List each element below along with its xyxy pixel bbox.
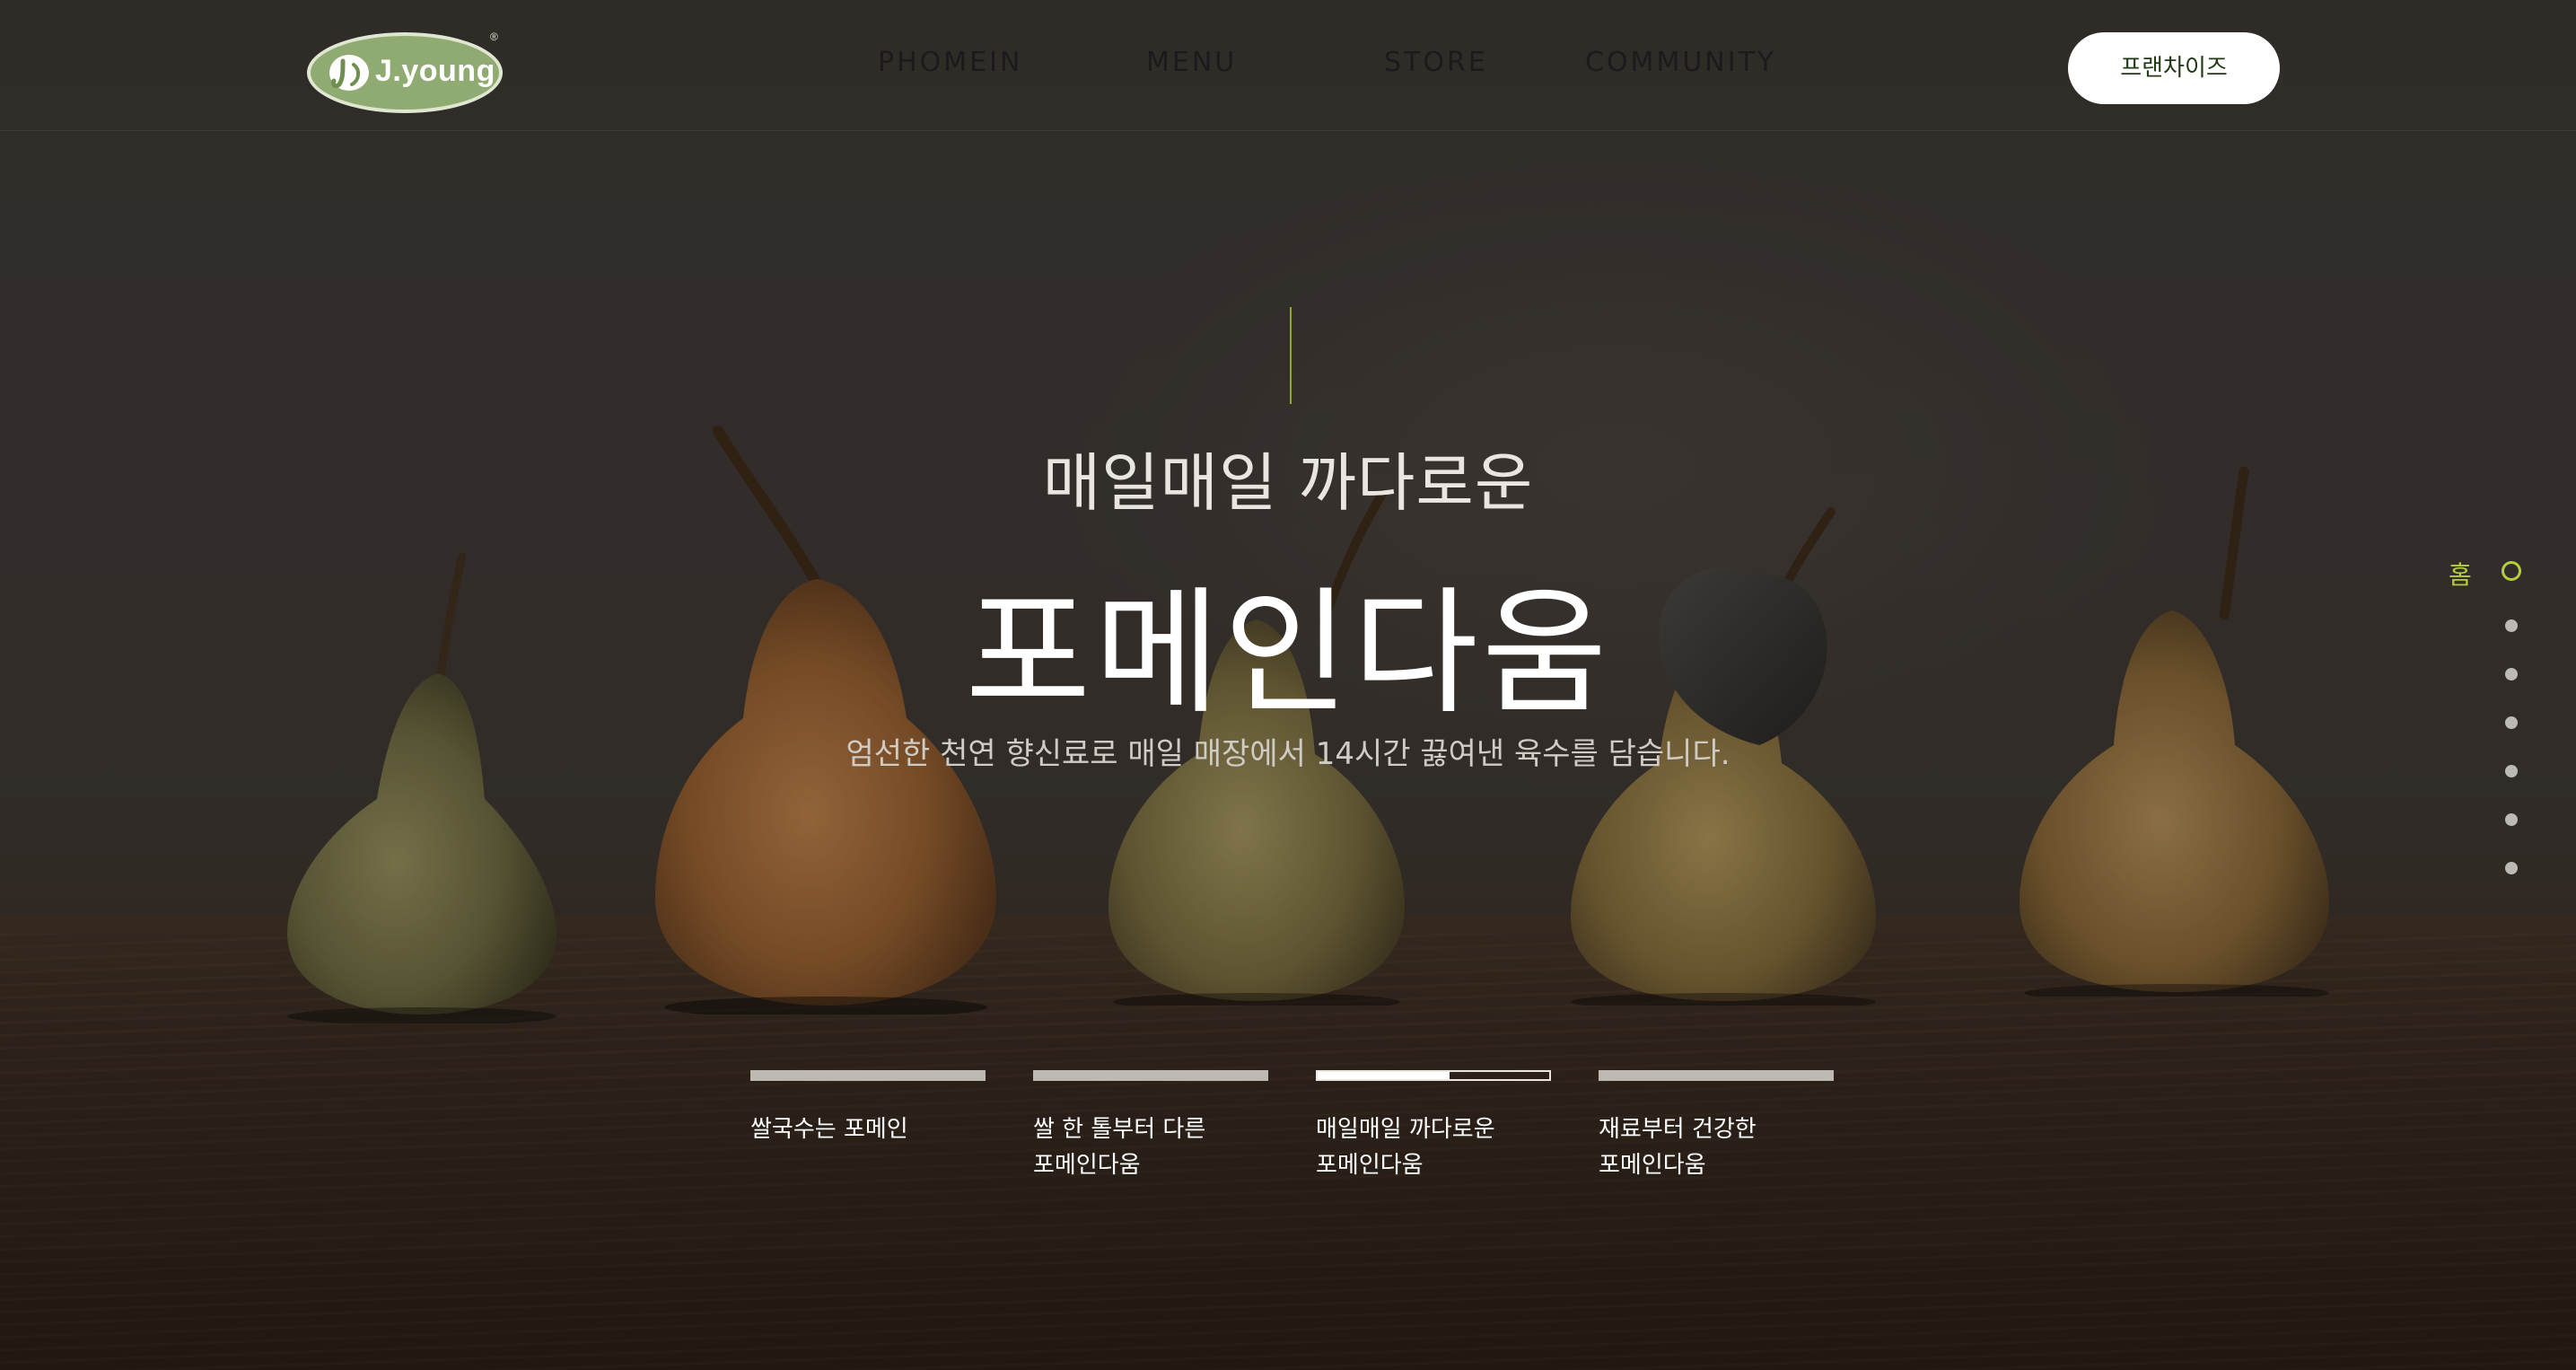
slide-tab-progress-fill (1318, 1072, 1450, 1079)
slide-tab-progress (1316, 1070, 1551, 1081)
side-nav-dot[interactable] (2505, 619, 2518, 632)
side-nav-active-label: 홈 (2449, 560, 2472, 590)
hero-description: 엄선한 천연 향신료로 매일 매장에서 14시간 끓여낸 육수를 담습니다. (846, 736, 1730, 772)
side-nav-dot[interactable] (2505, 668, 2518, 681)
franchise-button[interactable]: 프랜차이즈 (2068, 32, 2280, 104)
brand-logo[interactable]: J.young ® (307, 31, 503, 113)
logo-registered-mark: ® (490, 31, 498, 43)
side-nav-dot[interactable] (2505, 862, 2518, 874)
leaf-logo-icon (329, 55, 369, 91)
slide-tab-progress (1033, 1070, 1268, 1081)
slide-tab-label: 쌀국수는 포메인 (750, 1116, 908, 1143)
hero-subtitle: 매일매일 까다로운 (1042, 446, 1534, 520)
side-nav-dot-active[interactable] (2502, 561, 2521, 581)
side-nav-dot[interactable] (2505, 716, 2518, 729)
slide-tab-label: 재료부터 건강한 포메인다움 (1599, 1116, 1757, 1179)
hero-title: 포메인다움 (965, 574, 1611, 733)
nav-community[interactable]: COMMUNITY (1585, 47, 1776, 83)
side-nav-dot[interactable] (2505, 813, 2518, 826)
slide-tab-progress (1599, 1070, 1834, 1081)
side-nav-dot[interactable] (2505, 765, 2518, 777)
slide-tab-label: 쌀 한 톨부터 다른 포메인다움 (1033, 1116, 1206, 1179)
site-header: J.young ® PHOMEIN MENU STORE COMMUNITY 프… (0, 0, 2576, 131)
slide-tab-progress (750, 1070, 986, 1081)
slide-tab-label: 매일매일 까다로운 포메인다움 (1316, 1116, 1495, 1179)
nav-menu[interactable]: MENU (1146, 47, 1237, 83)
logo-text: J.young (375, 54, 495, 88)
nav-store[interactable]: STORE (1384, 47, 1488, 83)
nav-phomein[interactable]: PHOMEIN (878, 47, 1022, 83)
accent-divider (1290, 307, 1292, 404)
